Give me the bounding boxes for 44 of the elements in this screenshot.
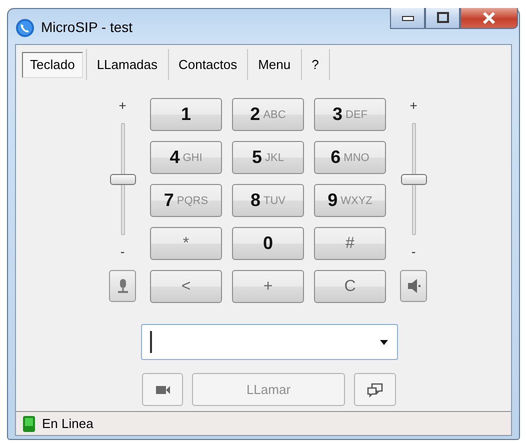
number-input-field[interactable]: [141, 324, 398, 360]
dial-key[interactable]: 4 GHI: [150, 141, 222, 174]
status-phone-icon: [22, 414, 36, 432]
speaker-button[interactable]: [400, 270, 427, 302]
window-title: MicroSIP - test: [41, 19, 133, 35]
dial-key[interactable]: #: [314, 227, 386, 260]
tab[interactable]: LLamadas: [90, 52, 165, 78]
video-call-button[interactable]: [142, 373, 183, 406]
dial-key[interactable]: 2 ABC: [232, 98, 304, 131]
dial-key[interactable]: 0: [232, 227, 304, 260]
phone-app-icon: [15, 18, 35, 38]
dial-key[interactable]: 6 MNO: [314, 141, 386, 174]
dropdown-arrow-icon: [379, 337, 389, 347]
dial-key[interactable]: 5 JKL: [232, 141, 304, 174]
slider-min-label: -: [120, 244, 125, 260]
status-text: En Linea: [42, 416, 94, 431]
close-button[interactable]: [460, 8, 518, 29]
speaker-icon: [406, 278, 422, 294]
close-icon: [481, 10, 497, 26]
dial-key[interactable]: *: [150, 227, 222, 260]
microphone-button[interactable]: [109, 270, 136, 302]
dial-key[interactable]: +: [232, 270, 304, 303]
dial-key[interactable]: 3 DEF: [314, 98, 386, 131]
slider-max-label: +: [410, 98, 418, 114]
tab[interactable]: Contactos: [172, 52, 244, 78]
tab[interactable]: Teclado: [22, 52, 83, 78]
dial-key[interactable]: <: [150, 270, 222, 303]
dial-key[interactable]: C: [314, 270, 386, 303]
dial-key[interactable]: 1: [150, 98, 222, 131]
slider-thumb[interactable]: [110, 174, 136, 185]
dial-key[interactable]: 7 PQRS: [150, 184, 222, 217]
dial-key[interactable]: 9 WXYZ: [314, 184, 386, 217]
slider-max-label: +: [118, 98, 126, 114]
tab[interactable]: Menu: [251, 52, 298, 78]
message-button[interactable]: [354, 373, 396, 406]
dial-key[interactable]: 8 TUV: [232, 184, 304, 217]
minimize-button[interactable]: [390, 8, 425, 29]
tab[interactable]: ?: [304, 52, 326, 78]
chat-icon: [367, 382, 383, 398]
maximize-icon: [434, 10, 450, 26]
slider-thumb[interactable]: [400, 174, 426, 185]
minimize-icon: [402, 16, 414, 20]
slider-min-label: -: [411, 244, 416, 260]
maximize-button[interactable]: [425, 8, 460, 29]
